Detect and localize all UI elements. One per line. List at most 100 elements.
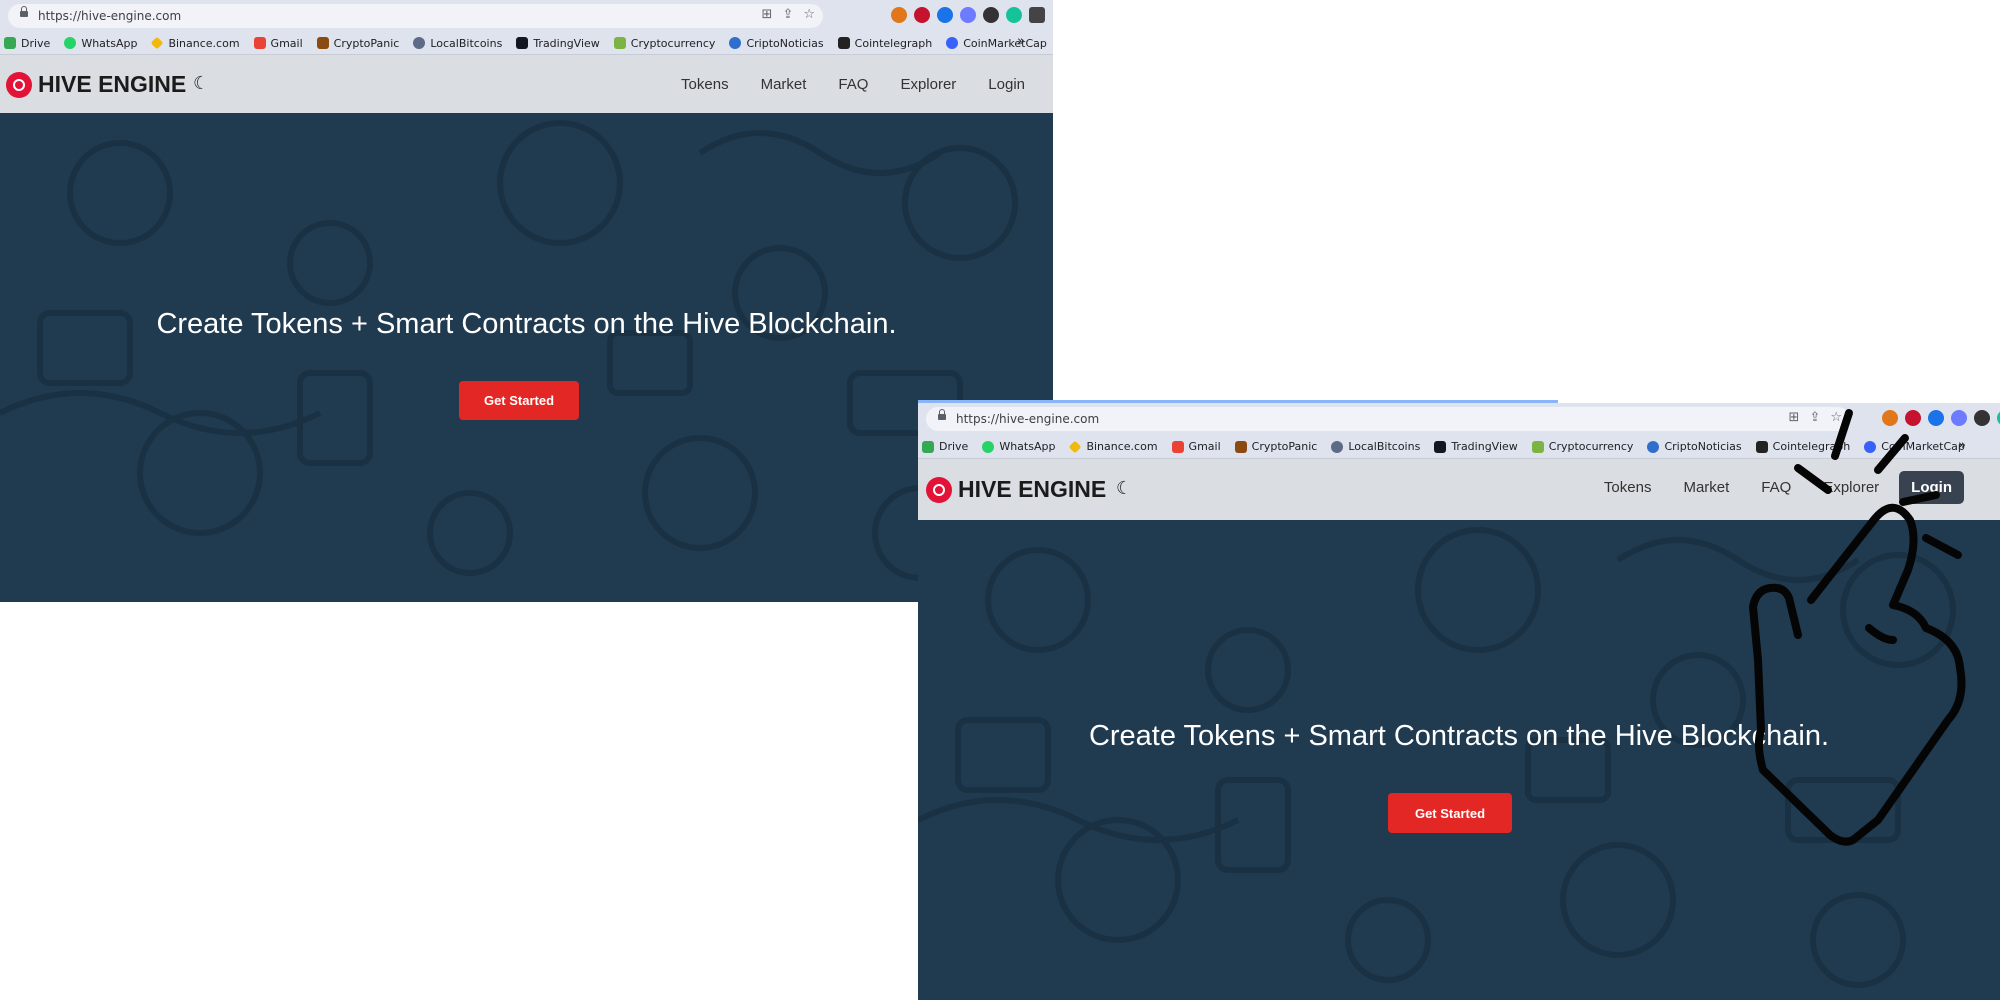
nav-explorer[interactable]: Explorer	[888, 68, 968, 101]
binance-icon	[151, 36, 164, 50]
nav-tokens[interactable]: Tokens	[1592, 471, 1664, 504]
bookmarks-overflow-button[interactable]: »	[1958, 438, 1966, 453]
star-icon[interactable]: ☆	[803, 7, 815, 22]
criptonoticias-icon	[1647, 440, 1660, 453]
bookmark-drive[interactable]: Drive	[4, 37, 50, 50]
extension-icon[interactable]	[960, 7, 976, 23]
chart-icon	[613, 37, 626, 49]
bookmark-cryptocurrency[interactable]: Cryptocurrency	[613, 37, 715, 50]
nav-market[interactable]: Market	[1671, 471, 1741, 504]
bookmark-localbitcoins[interactable]: LocalBitcoins	[413, 37, 502, 50]
bookmark-cryptocurrency[interactable]: Cryptocurrency	[1531, 440, 1633, 453]
bookmark-cointelegraph[interactable]: Cointelegraph	[1755, 440, 1850, 453]
puzzle-icon[interactable]	[1029, 7, 1045, 23]
gmail-icon	[1171, 440, 1184, 453]
bookmark-drive[interactable]: Drive	[922, 440, 968, 453]
bookmark-cryptopanic[interactable]: CryptoPanic	[1234, 440, 1317, 453]
bookmark-cointelegraph[interactable]: Cointelegraph	[837, 37, 932, 50]
extension-icon[interactable]	[937, 7, 953, 23]
bookmark-localbitcoins[interactable]: LocalBitcoins	[1331, 440, 1420, 453]
hive-logo-icon	[926, 476, 952, 503]
address-bar-actions: ⊞ ⇪ ☆	[762, 7, 815, 22]
nav-market[interactable]: Market	[749, 68, 819, 101]
nav-faq[interactable]: FAQ	[1749, 471, 1803, 504]
cryptopanic-icon	[316, 37, 329, 49]
lock-icon	[20, 6, 28, 17]
criptonoticias-icon	[729, 37, 742, 49]
moon-icon[interactable]: ☾	[1116, 478, 1132, 499]
hero-headline: Create Tokens + Smart Contracts on the H…	[156, 308, 897, 340]
bookmark-tradingview[interactable]: TradingView	[1434, 440, 1518, 453]
nav-tokens[interactable]: Tokens	[669, 68, 741, 101]
bookmark-cryptopanic[interactable]: CryptoPanic	[316, 37, 399, 50]
nav-links: Tokens Market FAQ Explorer Login	[1592, 471, 1964, 504]
metamask-icon[interactable]	[1882, 410, 1898, 426]
share-icon[interactable]: ⇪	[782, 7, 793, 22]
nav-faq[interactable]: FAQ	[826, 68, 880, 101]
hero-section: Create Tokens + Smart Contracts on the H…	[918, 520, 2000, 1000]
whatsapp-icon	[64, 37, 77, 49]
extension-icon[interactable]	[983, 7, 999, 23]
bookmarks-overflow-button[interactable]: »	[1017, 34, 1025, 49]
localbitcoins-icon	[413, 37, 426, 49]
hero-section: Create Tokens + Smart Contracts on the H…	[0, 113, 1053, 602]
extensions-bar	[1882, 410, 2000, 426]
get-started-button[interactable]: Get Started	[1388, 793, 1512, 833]
screenshot-before: https://hive-engine.com ⊞ ⇪ ☆ Drive What…	[0, 0, 1053, 602]
coinmarketcap-icon	[946, 37, 959, 49]
url-text[interactable]: https://hive-engine.com	[956, 411, 1099, 427]
metamask-icon[interactable]	[891, 7, 907, 23]
bookmark-gmail[interactable]: Gmail	[1171, 440, 1221, 453]
bookmark-coinmarketcap[interactable]: CoinMarketCap	[946, 37, 1047, 50]
bookmark-gmail[interactable]: Gmail	[253, 37, 303, 50]
lock-icon	[938, 409, 946, 420]
bookmarks-bar: Drive WhatsApp Binance.com Gmail CryptoP…	[918, 435, 2000, 459]
bookmark-coinmarketcap[interactable]: CoinMarketCap	[1864, 440, 1965, 453]
whatsapp-icon	[982, 440, 995, 453]
site-logo[interactable]: HIVE ENGINE	[6, 71, 186, 98]
bookmark-tradingview[interactable]: TradingView	[516, 37, 600, 50]
cryptopanic-icon	[1234, 440, 1247, 453]
gmail-icon	[253, 37, 266, 49]
hero-pattern	[918, 527, 1956, 988]
bookmark-whatsapp[interactable]: WhatsApp	[982, 440, 1055, 453]
drive-icon	[4, 37, 16, 49]
share-icon[interactable]: ⇪	[1809, 410, 1820, 425]
cointelegraph-icon	[837, 37, 850, 49]
extension-icon[interactable]	[1951, 410, 1967, 426]
nav-login[interactable]: Login	[1899, 471, 1964, 504]
chart-icon	[1531, 440, 1544, 453]
bookmark-whatsapp[interactable]: WhatsApp	[64, 37, 137, 50]
address-bar[interactable]: https://hive-engine.com ⊞ ⇪ ☆	[926, 407, 1850, 431]
grammarly-icon[interactable]	[1006, 7, 1022, 23]
tradingview-icon	[516, 37, 529, 49]
bookmark-criptonoticias[interactable]: CriptoNoticias	[1647, 440, 1742, 453]
nav-login[interactable]: Login	[976, 68, 1037, 101]
hive-logo-icon	[6, 71, 32, 98]
hero-headline: Create Tokens + Smart Contracts on the H…	[1088, 720, 1830, 752]
bookmark-binance[interactable]: Binance.com	[1069, 440, 1158, 453]
hero-pattern	[0, 120, 1018, 581]
address-bar-actions: ⊞ ⇪ ☆	[1789, 410, 1842, 425]
extension-icon[interactable]	[1928, 410, 1944, 426]
extension-icon[interactable]	[914, 7, 930, 23]
extensions-bar	[891, 7, 1045, 23]
translate-icon[interactable]: ⊞	[762, 7, 773, 22]
extension-icon[interactable]	[1905, 410, 1921, 426]
address-bar-row: https://hive-engine.com ⊞ ⇪ ☆	[0, 0, 1053, 32]
url-text[interactable]: https://hive-engine.com	[38, 8, 181, 24]
moon-icon[interactable]: ☾	[193, 73, 209, 94]
nav-links: Tokens Market FAQ Explorer Login	[669, 68, 1037, 101]
star-icon[interactable]: ☆	[1830, 410, 1842, 425]
address-bar[interactable]: https://hive-engine.com ⊞ ⇪ ☆	[8, 4, 823, 28]
binance-icon	[1069, 440, 1082, 453]
extension-icon[interactable]	[1974, 410, 1990, 426]
translate-icon[interactable]: ⊞	[1789, 410, 1800, 425]
get-started-button[interactable]: Get Started	[459, 381, 579, 420]
logo-text: HIVE ENGINE	[958, 476, 1107, 502]
bookmark-criptonoticias[interactable]: CriptoNoticias	[729, 37, 824, 50]
site-logo[interactable]: HIVE ENGINE	[926, 476, 1106, 503]
nav-explorer[interactable]: Explorer	[1811, 471, 1891, 504]
bookmark-binance[interactable]: Binance.com	[151, 36, 240, 50]
bookmarks-bar: Drive WhatsApp Binance.com Gmail CryptoP…	[0, 32, 1053, 55]
